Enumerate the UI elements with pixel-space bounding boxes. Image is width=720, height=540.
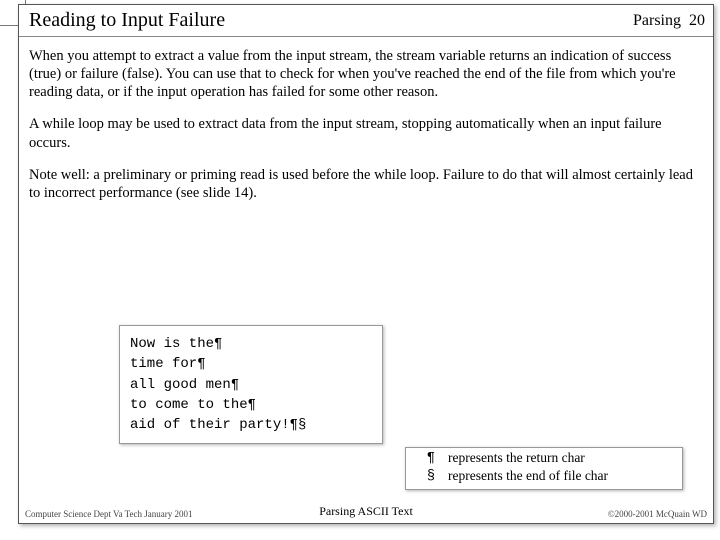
section-label: Parsing [633, 12, 681, 29]
slide-frame: Reading to Input Failure Parsing 20 When… [18, 4, 714, 524]
paragraph-1: When you attempt to extract a value from… [29, 47, 703, 101]
code-line-1: Now is the¶ [130, 334, 372, 354]
slide-header: Reading to Input Failure Parsing 20 [19, 5, 713, 37]
footer-center: Parsing ASCII Text [19, 504, 713, 519]
code-line-4: to come to the¶ [130, 395, 372, 415]
code-sample-box: Now is the¶ time for¶ all good men¶ to c… [119, 325, 383, 444]
paragraph-2: A while loop may be used to extract data… [29, 115, 703, 151]
legend-row-eof: § represents the end of file char [414, 468, 674, 486]
pilcrow-symbol: ¶ [414, 450, 448, 468]
slide-section-page: Parsing 20 [633, 12, 705, 30]
paragraph-3: Note well: a preliminary or priming read… [29, 166, 703, 202]
code-line-5: aid of their party!¶§ [130, 415, 372, 435]
page-number: 20 [689, 12, 705, 29]
legend-text-eof: represents the end of file char [448, 468, 608, 486]
section-symbol: § [414, 468, 448, 486]
slide-body: When you attempt to extract a value from… [19, 37, 713, 202]
symbol-legend-box: ¶ represents the return char § represent… [405, 447, 683, 490]
slide-title: Reading to Input Failure [29, 9, 225, 32]
code-line-2: time for¶ [130, 354, 372, 374]
legend-text-return: represents the return char [448, 450, 585, 468]
code-line-3: all good men¶ [130, 375, 372, 395]
legend-row-return: ¶ represents the return char [414, 450, 674, 468]
